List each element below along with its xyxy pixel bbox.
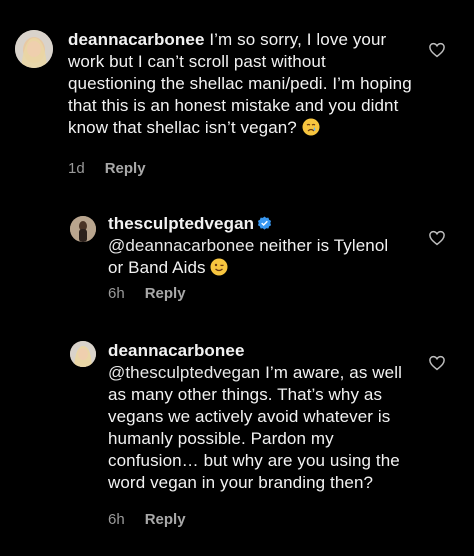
reply-button[interactable]: Reply	[105, 160, 146, 177]
avatar[interactable]	[70, 341, 96, 367]
mention-link[interactable]: @deannacarbonee	[108, 236, 254, 255]
comment-time: 6h	[108, 285, 125, 302]
comment-username[interactable]: deannacarbonee	[68, 30, 205, 49]
profile-photo	[70, 341, 96, 367]
profile-photo	[15, 30, 53, 68]
comment-time: 6h	[108, 511, 125, 528]
avatar[interactable]	[15, 30, 53, 68]
reply-button[interactable]: Reply	[145, 511, 186, 528]
comment-meta: 6h Reply	[108, 511, 186, 528]
comment-username[interactable]: thesculptedvegan	[108, 214, 254, 233]
profile-photo	[70, 216, 96, 242]
heart-outline-icon[interactable]	[428, 354, 446, 372]
comment-username[interactable]: deannacarbonee	[108, 341, 245, 360]
comment-text: thesculptedvegan @deannacarbonee neither…	[108, 213, 408, 282]
crying-face-icon	[302, 118, 320, 142]
heart-outline-icon[interactable]	[428, 41, 446, 59]
avatar[interactable]	[70, 216, 96, 242]
heart-outline-icon[interactable]	[428, 229, 446, 247]
comment-text: deannacarbonee I’m so sorry, I love your…	[68, 29, 413, 142]
winking-face-icon	[210, 258, 228, 282]
comment-time: 1d	[68, 160, 85, 177]
verified-badge-icon	[257, 215, 272, 230]
mention-link[interactable]: @thesculptedvegan	[108, 363, 260, 382]
comment-text: deannacarbonee @thesculptedvegan I’m awa…	[108, 340, 408, 494]
comment-meta: 1d Reply	[68, 160, 146, 177]
comment-meta: 6h Reply	[108, 285, 186, 302]
reply-button[interactable]: Reply	[145, 285, 186, 302]
comment-body: I’m aware, as well as many other things.…	[108, 363, 402, 492]
